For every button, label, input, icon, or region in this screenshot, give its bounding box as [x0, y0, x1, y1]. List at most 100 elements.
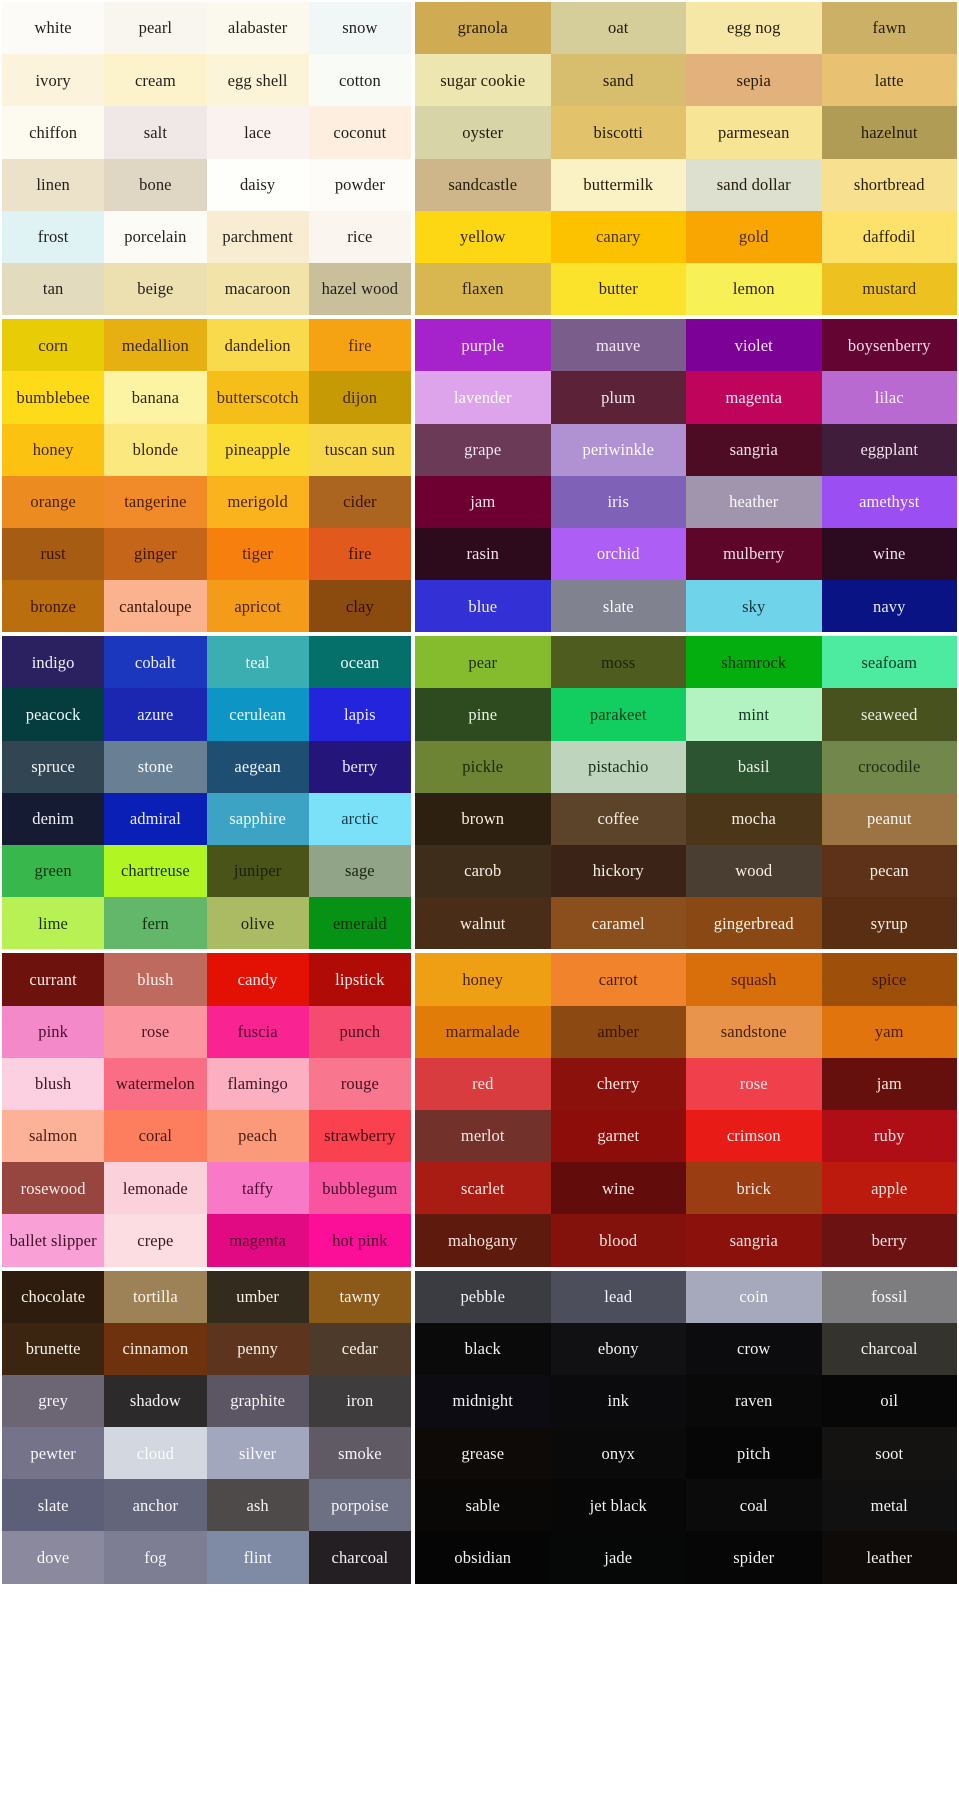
color-swatch[interactable]: taffy — [206, 1162, 309, 1215]
color-swatch[interactable]: honey — [415, 953, 551, 1006]
color-swatch[interactable]: juniper — [206, 845, 309, 898]
color-swatch[interactable]: chocolate — [2, 1270, 105, 1323]
color-swatch[interactable]: seaweed — [821, 688, 957, 741]
color-swatch[interactable]: iron — [308, 1374, 411, 1428]
color-swatch[interactable]: oyster — [415, 106, 551, 159]
color-swatch[interactable]: orchid — [550, 527, 686, 581]
color-swatch[interactable]: bubblegum — [308, 1162, 411, 1215]
color-swatch[interactable]: snow — [308, 2, 411, 55]
color-swatch[interactable]: butter — [550, 262, 686, 316]
color-swatch[interactable]: ocean — [308, 636, 411, 689]
color-swatch[interactable]: olive — [206, 897, 309, 950]
color-swatch[interactable]: spider — [686, 1531, 822, 1584]
color-swatch[interactable]: tangerine — [104, 475, 207, 528]
color-swatch[interactable]: honey — [2, 423, 105, 476]
color-swatch[interactable]: dijon — [308, 371, 411, 424]
color-swatch[interactable]: orange — [2, 475, 105, 528]
color-swatch[interactable]: punch — [308, 1005, 411, 1058]
color-swatch[interactable]: pineapple — [206, 423, 309, 476]
color-swatch[interactable]: merlot — [415, 1109, 551, 1163]
color-swatch[interactable]: ivory — [2, 54, 105, 107]
color-swatch[interactable]: parakeet — [550, 688, 686, 741]
color-swatch[interactable]: crocodile — [821, 740, 957, 793]
color-swatch[interactable]: cider — [308, 475, 411, 528]
color-swatch[interactable]: lavender — [415, 371, 551, 424]
color-swatch[interactable]: jam — [821, 1057, 957, 1110]
color-swatch[interactable]: yellow — [415, 210, 551, 263]
color-swatch[interactable]: apricot — [206, 580, 309, 633]
color-swatch[interactable]: grey — [2, 1374, 105, 1428]
color-swatch[interactable]: flint — [206, 1531, 309, 1584]
color-swatch[interactable]: watermelon — [104, 1057, 207, 1110]
color-swatch[interactable]: lipstick — [308, 953, 411, 1006]
color-swatch[interactable]: salmon — [2, 1109, 105, 1163]
color-swatch[interactable]: magenta — [206, 1214, 309, 1267]
color-swatch[interactable]: scarlet — [415, 1162, 551, 1215]
color-swatch[interactable]: grease — [415, 1427, 551, 1480]
color-swatch[interactable]: rouge — [308, 1057, 411, 1110]
color-swatch[interactable]: emerald — [308, 897, 411, 950]
color-swatch[interactable]: tortilla — [104, 1270, 207, 1323]
color-swatch[interactable]: rosewood — [2, 1162, 105, 1215]
color-swatch[interactable]: clay — [308, 580, 411, 633]
color-swatch[interactable]: walnut — [415, 897, 551, 950]
color-swatch[interactable]: berry — [308, 740, 411, 793]
color-swatch[interactable]: daffodil — [821, 210, 957, 263]
color-swatch[interactable]: lead — [550, 1270, 686, 1323]
color-swatch[interactable]: sandcastle — [415, 158, 551, 211]
color-swatch[interactable]: boysenberry — [821, 319, 957, 372]
color-swatch[interactable]: mulberry — [686, 527, 822, 581]
color-swatch[interactable]: moss — [550, 636, 686, 689]
color-swatch[interactable]: peach — [206, 1109, 309, 1163]
color-swatch[interactable]: pebble — [415, 1270, 551, 1323]
color-swatch[interactable]: latte — [821, 54, 957, 107]
color-swatch[interactable]: pearl — [104, 2, 207, 55]
color-swatch[interactable]: white — [2, 2, 105, 55]
color-swatch[interactable]: umber — [206, 1270, 309, 1323]
color-swatch[interactable]: tan — [2, 262, 105, 316]
color-swatch[interactable]: pine — [415, 688, 551, 741]
color-swatch[interactable]: sage — [308, 845, 411, 898]
color-swatch[interactable]: obsidian — [415, 1531, 551, 1584]
color-swatch[interactable]: daisy — [206, 158, 309, 211]
color-swatch[interactable]: cobalt — [104, 636, 207, 689]
color-swatch[interactable]: arctic — [308, 792, 411, 845]
color-swatch[interactable]: strawberry — [308, 1109, 411, 1163]
color-swatch[interactable]: fire — [308, 319, 411, 372]
color-swatch[interactable]: grape — [415, 423, 551, 476]
color-swatch[interactable]: lemonade — [104, 1162, 207, 1215]
color-swatch[interactable]: dove — [2, 1531, 105, 1584]
color-swatch[interactable]: green — [2, 845, 105, 898]
color-swatch[interactable]: eggplant — [821, 423, 957, 476]
color-swatch[interactable]: fern — [104, 897, 207, 950]
color-swatch[interactable]: pistachio — [550, 740, 686, 793]
color-swatch[interactable]: jade — [550, 1531, 686, 1584]
color-swatch[interactable]: peanut — [821, 792, 957, 845]
color-swatch[interactable]: iris — [550, 475, 686, 528]
color-swatch[interactable]: graphite — [206, 1374, 309, 1428]
color-swatch[interactable]: hazelnut — [821, 106, 957, 159]
color-swatch[interactable]: sky — [686, 580, 822, 633]
color-swatch[interactable]: wine — [821, 527, 957, 581]
color-swatch[interactable]: fawn — [821, 2, 957, 55]
color-swatch[interactable]: oil — [821, 1374, 957, 1428]
color-swatch[interactable]: cedar — [308, 1322, 411, 1375]
color-swatch[interactable]: lemon — [686, 262, 822, 316]
color-swatch[interactable]: ruby — [821, 1109, 957, 1163]
color-swatch[interactable]: purple — [415, 319, 551, 372]
color-swatch[interactable]: basil — [686, 740, 822, 793]
color-swatch[interactable]: hickory — [550, 845, 686, 898]
color-swatch[interactable]: hazel wood — [308, 262, 411, 316]
color-swatch[interactable]: peacock — [2, 688, 105, 741]
color-swatch[interactable]: heather — [686, 475, 822, 528]
color-swatch[interactable]: banana — [104, 371, 207, 424]
color-swatch[interactable]: coal — [686, 1479, 822, 1532]
color-swatch[interactable]: mahogany — [415, 1214, 551, 1267]
color-swatch[interactable]: blood — [550, 1214, 686, 1267]
color-swatch[interactable]: mauve — [550, 319, 686, 372]
color-swatch[interactable]: slate — [550, 580, 686, 633]
color-swatch[interactable]: yam — [821, 1005, 957, 1058]
color-swatch[interactable]: sand — [550, 54, 686, 107]
color-swatch[interactable]: blush — [104, 953, 207, 1006]
color-swatch[interactable]: pink — [2, 1005, 105, 1058]
